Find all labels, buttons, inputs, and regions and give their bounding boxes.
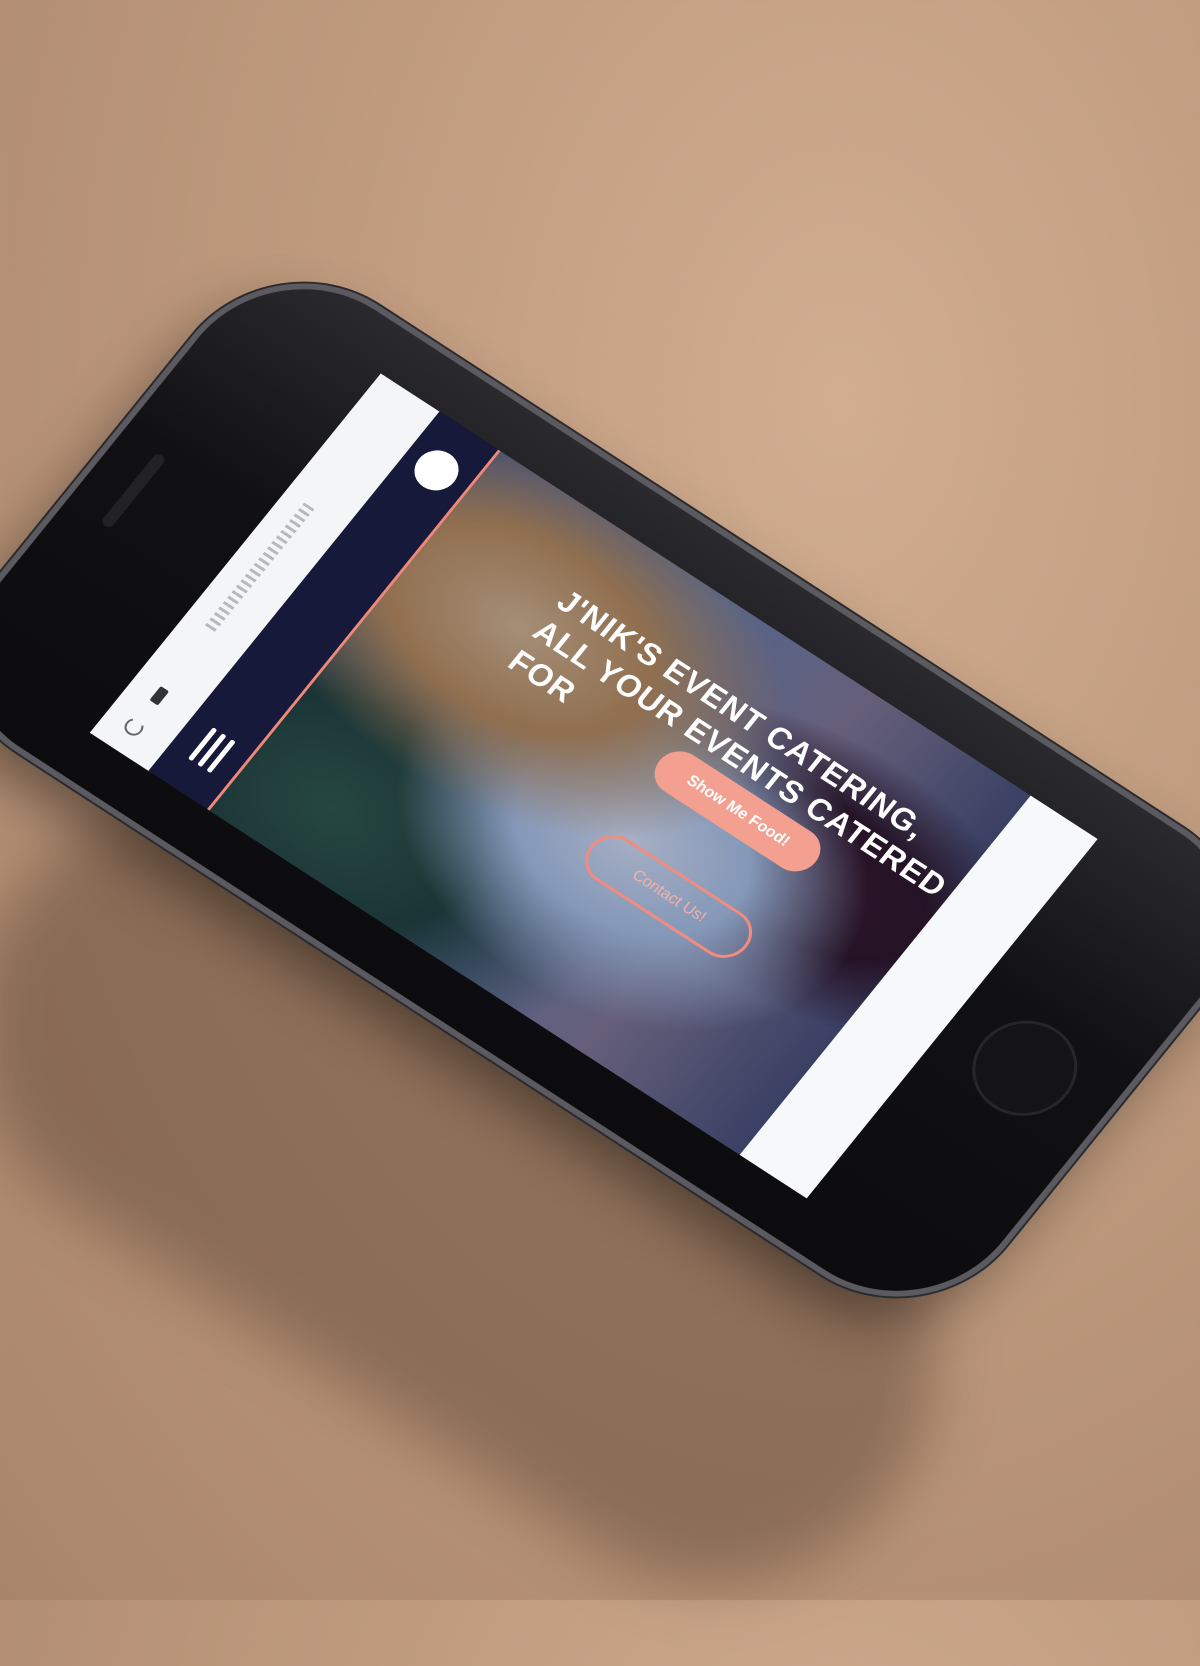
battery-icon bbox=[149, 686, 170, 706]
home-button[interactable] bbox=[951, 1001, 1099, 1135]
hamburger-menu-icon[interactable] bbox=[187, 726, 236, 774]
reload-icon[interactable] bbox=[120, 715, 148, 739]
logo-circle-icon[interactable] bbox=[405, 442, 468, 499]
contact-us-button[interactable]: Contact Us! bbox=[574, 825, 764, 968]
phone-speaker bbox=[99, 452, 167, 530]
